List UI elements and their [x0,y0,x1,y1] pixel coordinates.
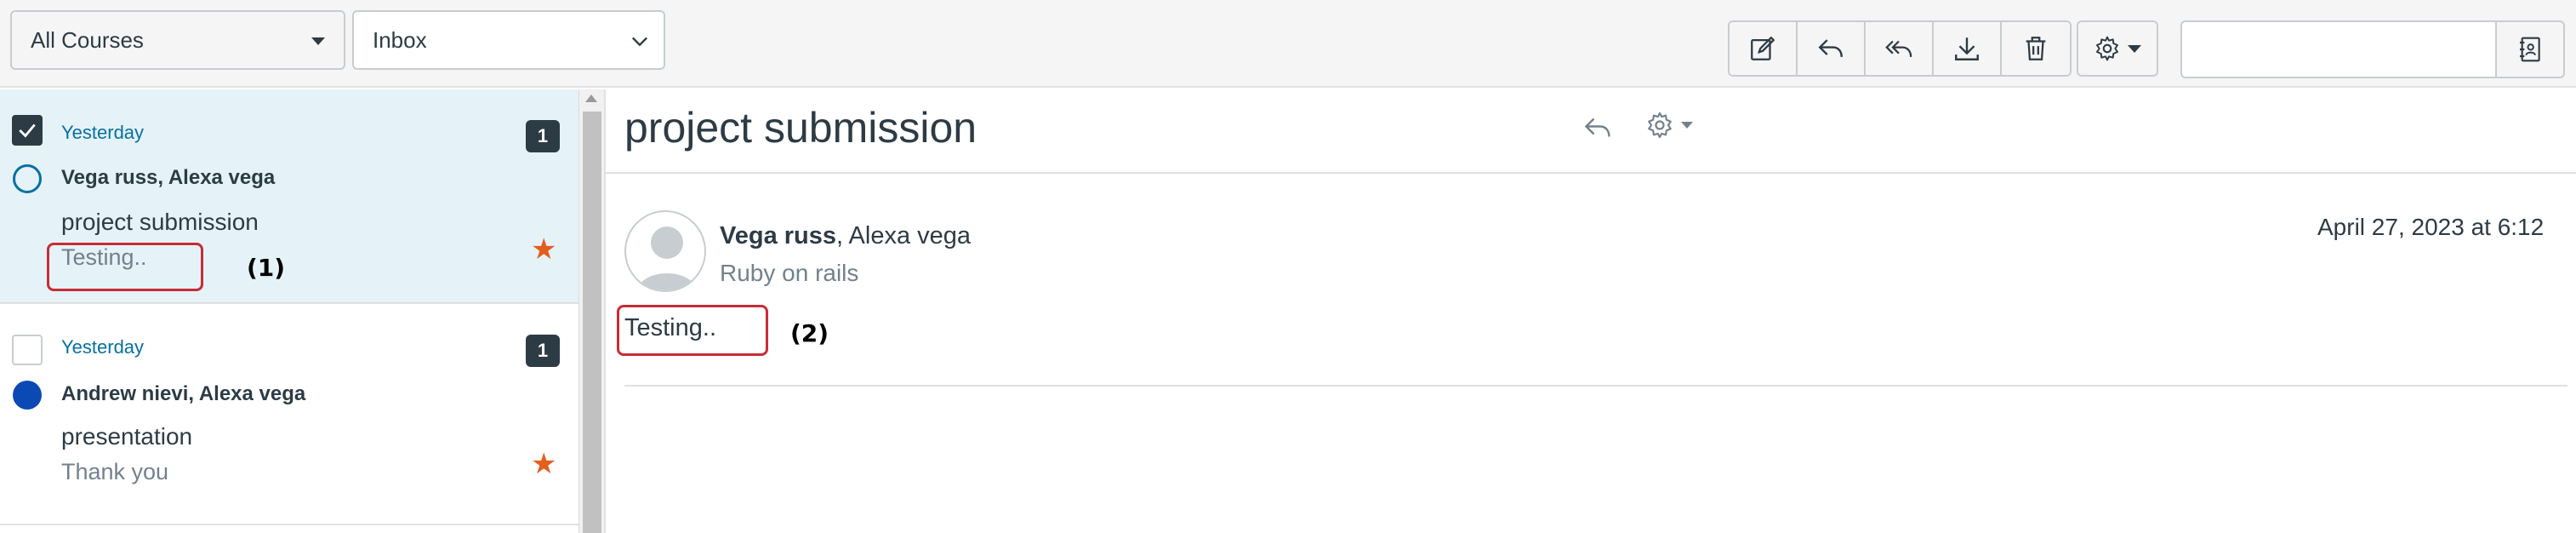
search-input[interactable] [2180,20,2495,78]
message-settings-button[interactable] [1645,111,1693,140]
download-icon [1955,37,1979,60]
gear-icon [2096,36,2118,61]
message-recipients: , Alexa vega [836,222,972,249]
trash-icon [2026,37,2046,60]
download-button[interactable] [1934,22,2002,75]
message-count-badge: 1 [526,335,560,367]
scroll-thumb[interactable] [583,112,601,533]
message-actions-group [1728,20,2072,77]
mailbox-select[interactable]: Inbox [352,10,665,70]
reply-button[interactable] [1798,22,1866,75]
delete-button[interactable] [2002,22,2070,75]
gear-icon [1648,112,1672,139]
caret-down-icon [1681,122,1693,129]
conversation-preview: Thank you [61,459,169,484]
mailbox-select-value: Inbox [373,26,427,53]
message-count-badge: 1 [526,120,560,152]
message-date: April 27, 2023 at 6:12 [2317,214,2545,240]
message-header: project submission [606,89,2576,174]
settings-menu-button[interactable] [2077,20,2158,77]
course-filter-select[interactable]: All Courses [10,10,345,70]
annotation-label: (2) [790,319,829,347]
annotation-box [617,305,768,356]
default-avatar-icon [636,226,698,290]
read-state-toggle[interactable] [13,164,42,193]
reply-icon [1584,117,1610,137]
annotation-label: (1) [247,254,286,282]
caret-down-icon [311,37,325,45]
unread-indicator[interactable] [13,381,42,410]
address-book-button[interactable] [2495,20,2565,78]
course-filter-value: All Courses [31,26,144,53]
caret-down-icon [2128,44,2141,53]
star-icon[interactable]: ★ [531,447,556,481]
reply-all-icon [1885,40,1912,57]
conversation-item[interactable]: Yesterday 1 Vega russ, Alexa vega projec… [0,89,578,304]
select-checkbox[interactable] [12,115,43,146]
list-scrollbar[interactable] [578,89,604,533]
annotation-box [47,243,203,291]
message-pane: project submission Vega russ, Alexa vega… [604,89,2576,533]
conversation-participants: Vega russ, Alexa vega [61,166,276,189]
message-course: Ruby on rails [720,260,859,286]
scroll-up-arrow-icon[interactable] [585,95,597,102]
inbox-toolbar: All Courses Inbox [0,0,2576,88]
select-checkbox[interactable] [12,335,43,365]
message-participants: Vega russ, Alexa vega [720,222,971,250]
conversation-subject: presentation [61,423,193,450]
message-divider [624,385,2567,387]
conversation-date: Yesterday [61,336,145,358]
reply-button[interactable] [1582,112,1613,147]
reply-icon [1818,39,1843,57]
message-sender: Vega russ [720,222,837,249]
checkmark-icon [19,123,36,138]
conversation-list: Yesterday 1 Vega russ, Alexa vega projec… [0,89,578,533]
compose-button[interactable] [1730,22,1798,75]
reply-all-button[interactable] [1866,22,1934,75]
conversation-subject: project submission [61,209,259,235]
conversation-item[interactable]: Yesterday 1 Andrew nievi, Alexa vega pre… [0,304,578,525]
address-book-icon [2520,37,2540,62]
conversation-participants: Andrew nievi, Alexa vega [61,382,306,405]
chevron-down-icon [632,37,647,47]
message-title: project submission [624,104,977,152]
avatar [624,210,706,292]
conversation-date: Yesterday [61,122,145,143]
compose-icon [1751,36,1775,60]
star-icon[interactable]: ★ [531,232,556,266]
